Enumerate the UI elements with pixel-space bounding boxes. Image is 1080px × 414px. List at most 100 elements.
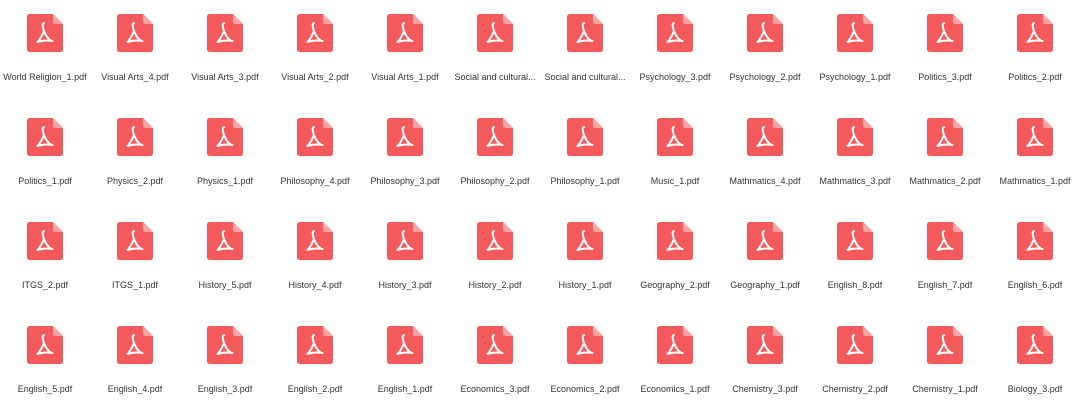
file-item[interactable]: Chemistry_3.pdf [720,320,810,414]
file-item[interactable]: Geography_1.pdf [720,216,810,316]
file-item[interactable]: Visual Arts_2.pdf [270,8,360,108]
pdf-file-icon [387,222,423,260]
file-name-label: Mathmatics_2.pdf [909,176,981,186]
pdf-file-icon [27,14,63,52]
pdf-file-icon [927,222,963,260]
pdf-file-icon [27,326,63,364]
file-item[interactable]: Psychology_3.pdf [630,8,720,108]
file-name-label: Economics_3.pdf [460,384,530,394]
pdf-file-icon [567,222,603,260]
file-name-label: English_1.pdf [377,384,433,394]
file-item[interactable]: English_5.pdf [0,320,90,414]
pdf-file-icon [477,222,513,260]
file-item[interactable]: Visual Arts_1.pdf [360,8,450,108]
file-item[interactable]: Biology_3.pdf [990,320,1080,414]
pdf-file-icon [387,326,423,364]
file-name-label: Politics_2.pdf [1008,72,1062,82]
file-item[interactable]: English_3.pdf [180,320,270,414]
file-name-label: Geography_1.pdf [730,280,800,290]
pdf-file-icon [477,118,513,156]
file-name-label: History_3.pdf [378,280,432,290]
pdf-file-icon [927,326,963,364]
file-name-label: Economics_1.pdf [640,384,710,394]
file-item[interactable]: Physics_1.pdf [180,112,270,212]
pdf-file-icon [1017,222,1053,260]
file-item[interactable]: Social and cultural... [450,8,540,108]
file-item[interactable]: English_7.pdf [900,216,990,316]
file-name-label: Philosophy_2.pdf [460,176,530,186]
file-name-label: Psychology_1.pdf [819,72,891,82]
file-item[interactable]: Music_1.pdf [630,112,720,212]
file-name-label: Mathmatics_3.pdf [819,176,891,186]
file-item[interactable]: ITGS_2.pdf [0,216,90,316]
file-item[interactable]: Visual Arts_4.pdf [90,8,180,108]
file-name-label: English_7.pdf [917,280,973,290]
file-item[interactable]: Mathmatics_2.pdf [900,112,990,212]
pdf-file-icon [207,222,243,260]
pdf-file-icon [657,14,693,52]
file-name-label: ITGS_1.pdf [111,280,159,290]
file-name-label: Philosophy_4.pdf [280,176,350,186]
file-item[interactable]: History_4.pdf [270,216,360,316]
file-item[interactable]: History_3.pdf [360,216,450,316]
file-item[interactable]: English_6.pdf [990,216,1080,316]
file-item[interactable]: Psychology_1.pdf [810,8,900,108]
file-item[interactable]: Politics_3.pdf [900,8,990,108]
pdf-file-icon [477,326,513,364]
file-name-label: Economics_2.pdf [550,384,620,394]
file-name-label: History_2.pdf [468,280,522,290]
pdf-file-icon [117,326,153,364]
file-name-label: Politics_1.pdf [18,176,72,186]
file-name-label: Social and cultural... [544,72,626,82]
file-name-label: Music_1.pdf [650,176,700,186]
file-item[interactable]: English_2.pdf [270,320,360,414]
file-name-label: English_3.pdf [197,384,253,394]
file-item[interactable]: English_8.pdf [810,216,900,316]
file-item[interactable]: Economics_1.pdf [630,320,720,414]
file-item[interactable]: Chemistry_2.pdf [810,320,900,414]
file-item[interactable]: Philosophy_1.pdf [540,112,630,212]
pdf-file-icon [27,118,63,156]
file-item[interactable]: History_2.pdf [450,216,540,316]
pdf-file-icon [117,14,153,52]
file-item[interactable]: Philosophy_3.pdf [360,112,450,212]
file-name-label: History_1.pdf [558,280,612,290]
pdf-file-icon [477,14,513,52]
file-item[interactable]: History_5.pdf [180,216,270,316]
file-item[interactable]: Social and cultural... [540,8,630,108]
file-name-label: Geography_2.pdf [640,280,710,290]
file-item[interactable]: Politics_2.pdf [990,8,1080,108]
pdf-file-icon [657,326,693,364]
file-item[interactable]: Geography_2.pdf [630,216,720,316]
file-item[interactable]: ITGS_1.pdf [90,216,180,316]
pdf-file-icon [747,118,783,156]
pdf-file-icon [117,222,153,260]
pdf-file-icon [567,118,603,156]
pdf-file-icon [117,118,153,156]
file-item[interactable]: Visual Arts_3.pdf [180,8,270,108]
file-item[interactable]: Physics_2.pdf [90,112,180,212]
file-name-label: English_4.pdf [107,384,163,394]
file-name-label: Visual Arts_4.pdf [101,72,169,82]
file-item[interactable]: Psychology_2.pdf [720,8,810,108]
file-name-label: Chemistry_2.pdf [822,384,888,394]
pdf-file-icon [747,222,783,260]
file-name-label: World Religion_1.pdf [3,72,87,82]
file-name-label: Philosophy_1.pdf [550,176,620,186]
pdf-file-icon [207,14,243,52]
file-item[interactable]: Philosophy_2.pdf [450,112,540,212]
file-item[interactable]: Politics_1.pdf [0,112,90,212]
file-item[interactable]: World Religion_1.pdf [0,8,90,108]
file-item[interactable]: Economics_2.pdf [540,320,630,414]
file-item[interactable]: Mathmatics_1.pdf [990,112,1080,212]
file-item[interactable]: History_1.pdf [540,216,630,316]
file-item[interactable]: Philosophy_4.pdf [270,112,360,212]
file-name-label: History_4.pdf [288,280,342,290]
file-item[interactable]: Mathmatics_3.pdf [810,112,900,212]
file-name-label: Physics_2.pdf [106,176,164,186]
file-item[interactable]: Mathmatics_4.pdf [720,112,810,212]
file-item[interactable]: English_1.pdf [360,320,450,414]
file-item[interactable]: English_4.pdf [90,320,180,414]
file-item[interactable]: Economics_3.pdf [450,320,540,414]
file-item[interactable]: Chemistry_1.pdf [900,320,990,414]
